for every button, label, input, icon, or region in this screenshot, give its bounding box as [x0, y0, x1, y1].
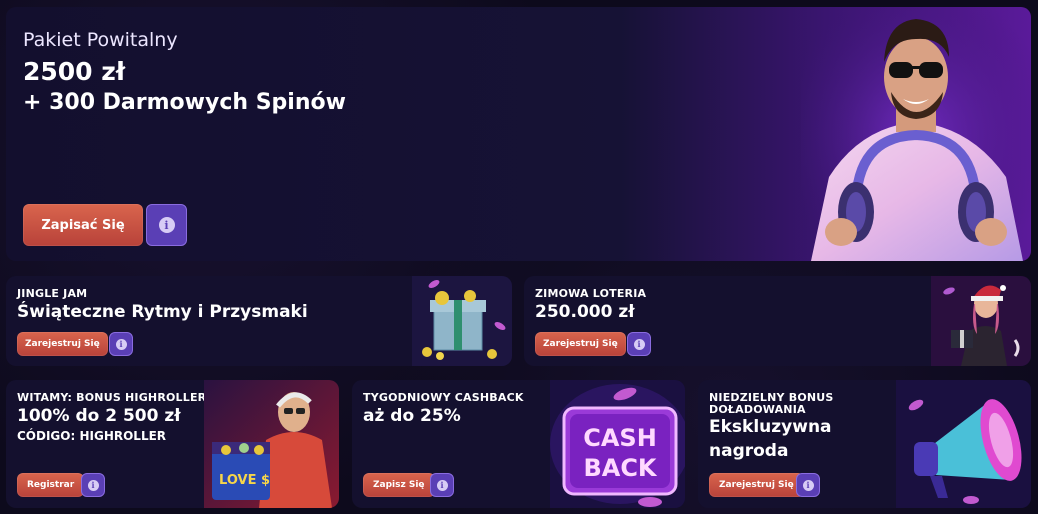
promo-headline: 100% do 2 500 zł	[17, 406, 181, 426]
cashback-sign-icon: CASH BACK	[550, 380, 685, 508]
promo-zimowa-loteria: ZIMOWA LOTERIA 250.000 zł Zarejestruj Si…	[524, 276, 1031, 366]
promo-tag: JINGLE JAM	[17, 287, 88, 300]
dj-man-with-headphones-image	[801, 7, 1031, 261]
info-icon: i	[802, 479, 814, 491]
welcome-banner: Pakiet Powitalny 2500 zł + 300 Darmowych…	[6, 7, 1031, 261]
santa-girl-icon	[931, 276, 1031, 366]
hero-spins: + 300 Darmowych Spinów	[23, 90, 346, 115]
promo-info-button[interactable]: i	[109, 332, 133, 356]
promo-signup-button[interactable]: Zarejestruj Się	[535, 332, 626, 356]
promo-niedzielny-bonus: NIEDZIELNY BONUS DOŁADOWANIA Ekskluzywna…	[698, 380, 1031, 508]
gift-box-icon	[412, 276, 512, 366]
promo-signup-button[interactable]: Zarejestruj Się	[17, 332, 108, 356]
info-icon: i	[158, 217, 175, 233]
promo-code: CÓDIGO: HIGHROLLER	[17, 429, 167, 443]
back-text: BACK	[583, 454, 657, 482]
promo-highroller: WITAMY: BONUS HIGHROLLER 100% do 2 500 z…	[6, 380, 339, 508]
hero-amount: 2500 zł	[23, 57, 126, 86]
promo-info-button[interactable]: i	[81, 473, 105, 497]
promo-info-button[interactable]: i	[796, 473, 820, 497]
promo-tag-line2: DOŁADOWANIA	[709, 403, 806, 416]
info-icon: i	[87, 479, 99, 491]
promo-signup-button[interactable]: Zarejestruj Się	[709, 473, 804, 497]
promo-tag: WITAMY: BONUS HIGHROLLER	[17, 391, 207, 404]
promo-jingle-jam: JINGLE JAM Świąteczne Rytmy i Przysmaki …	[6, 276, 512, 366]
cash-text: CASH	[583, 424, 657, 452]
promo-signup-button[interactable]: Zapisz Się	[363, 473, 435, 497]
promo-register-button[interactable]: Registrar	[17, 473, 85, 497]
info-icon: i	[115, 338, 127, 350]
megaphone-icon	[896, 380, 1031, 508]
love-dollar-text: LOVE $	[219, 473, 270, 488]
promo-tag: ZIMOWA LOTERIA	[535, 287, 647, 300]
hero-subtitle: Pakiet Powitalny	[23, 29, 178, 51]
promo-headline-line1: Ekskluzywna	[709, 417, 832, 437]
info-icon: i	[633, 338, 645, 350]
promo-headline-line2: nagroda	[709, 441, 789, 461]
promo-headline: aż do 25%	[363, 406, 461, 426]
hero-info-button[interactable]: i	[146, 204, 187, 246]
promo-cashback: TYGODNIOWY CASHBACK aż do 25% Zapisz Się…	[352, 380, 685, 508]
promo-tag: TYGODNIOWY CASHBACK	[363, 391, 524, 404]
highroller-man-icon: LOVE $	[204, 380, 339, 508]
promo-headline: Świąteczne Rytmy i Przysmaki	[17, 302, 308, 322]
promo-headline: 250.000 zł	[535, 302, 635, 322]
info-icon: i	[436, 479, 448, 491]
hero-signup-button[interactable]: Zapisać Się	[23, 204, 143, 246]
promo-info-button[interactable]: i	[430, 473, 454, 497]
promo-info-button[interactable]: i	[627, 332, 651, 356]
